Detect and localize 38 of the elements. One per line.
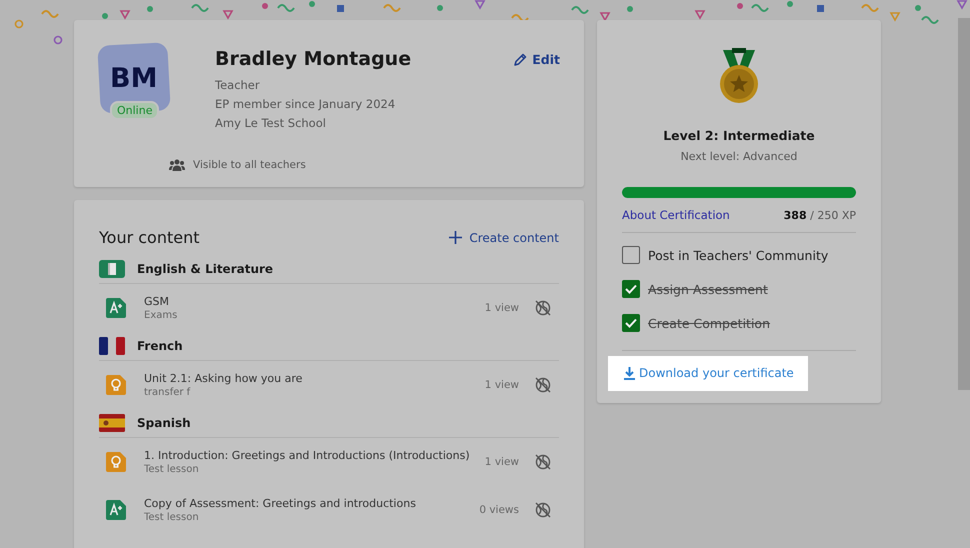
member-since: EP member since January 2024: [215, 96, 396, 113]
level-title: Level 2: Intermediate: [663, 128, 815, 143]
content-item[interactable]: Copy of Assessment: Greetings and introductions Test lesson 0 views: [99, 486, 559, 534]
content-item[interactable]: 1. Introduction: Greetings and Introductions (Introductions) Test lesson 1 view: [99, 438, 559, 486]
avatar-initials: BM: [110, 62, 158, 94]
subject-name: English & Literature: [137, 262, 274, 276]
status-badge: Online: [110, 101, 160, 120]
about-certification-link[interactable]: About Certification: [622, 208, 730, 222]
content-item[interactable]: GSM Exams 1 view: [99, 284, 559, 332]
xp-total: / 250 XP: [810, 208, 856, 222]
user-role: Teacher: [215, 77, 261, 94]
item-subtitle: Test lesson: [144, 464, 200, 475]
item-title: Copy of Assessment: Greetings and introductions: [144, 497, 417, 510]
view-count: 1 view: [484, 456, 519, 468]
edit-button[interactable]: Edit: [513, 52, 560, 67]
item-subtitle: Test lesson: [144, 512, 200, 523]
task-label: Assign Assessment: [648, 282, 768, 296]
section-title: Your content: [99, 228, 200, 247]
school-name: Amy Le Test School: [215, 115, 327, 132]
download-certificate-link[interactable]: Download your certificate: [608, 356, 808, 391]
task-label: Create Competition: [648, 316, 770, 330]
item-title: Unit 2.1: Asking how you are: [144, 372, 304, 385]
create-content-button[interactable]: Create content: [449, 230, 559, 244]
subject-name: Spanish: [137, 416, 191, 430]
visibility-text: Visible to all teachers: [193, 158, 306, 170]
item-title: GSM: [144, 295, 170, 308]
view-count: 0 views: [479, 504, 519, 516]
view-count: 1 view: [484, 302, 519, 314]
item-subtitle: Exams: [144, 310, 178, 321]
item-subtitle: transfer f: [144, 387, 192, 398]
next-level: Next level: Advanced: [680, 150, 798, 163]
content-item[interactable]: Unit 2.1: Asking how you are transfer f 1 view: [99, 361, 559, 409]
task-label: Post in Teachers' Community: [648, 248, 828, 262]
xp-current: 388: [784, 208, 807, 222]
subject-name: French: [137, 339, 183, 353]
item-title: 1. Introduction: Greetings and Introductions (Introductions): [144, 449, 471, 462]
user-name: Bradley Montague: [215, 48, 412, 70]
view-count: 1 view: [484, 379, 519, 391]
